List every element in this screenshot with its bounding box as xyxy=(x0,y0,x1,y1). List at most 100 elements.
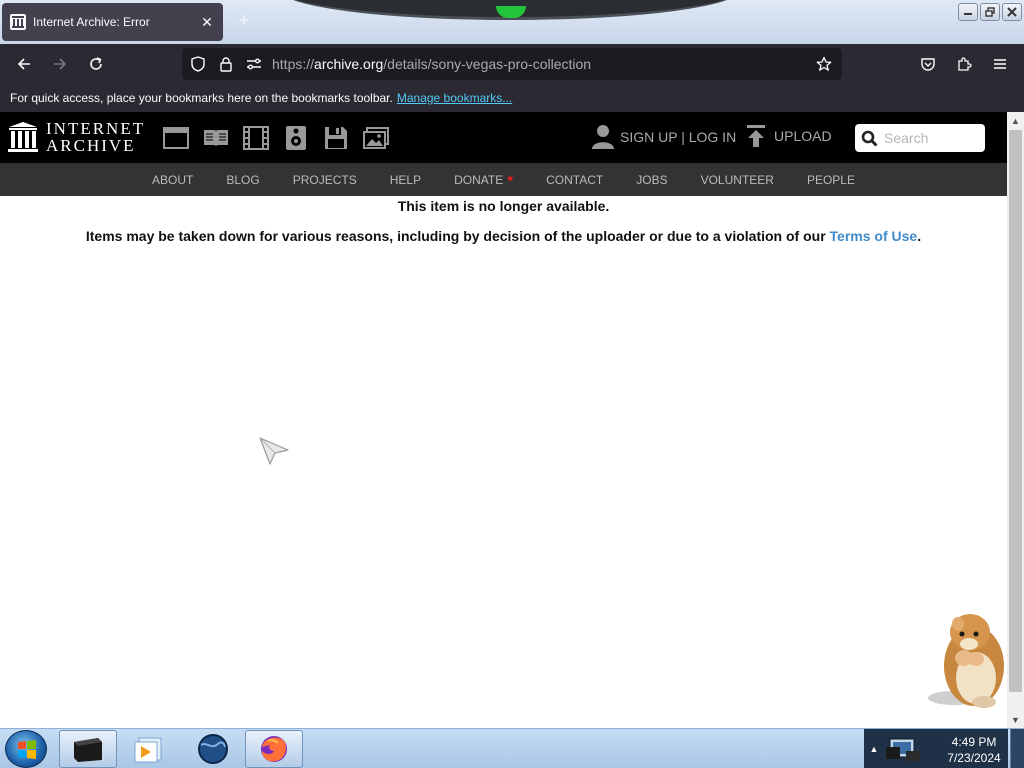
start-button[interactable] xyxy=(5,730,47,768)
tab-close-icon[interactable]: ✕ xyxy=(197,14,217,31)
hamster-mascot-icon xyxy=(924,606,1008,715)
upload-label: UPLOAD xyxy=(774,128,832,144)
scroll-up-icon[interactable]: ▲ xyxy=(1007,112,1024,129)
system-clock[interactable]: 4:49 PM 7/23/2024 xyxy=(940,729,1008,768)
windows-taskbar: ▲ 4:49 PM 7/23/2024 xyxy=(0,728,1024,768)
takedown-suffix: . xyxy=(917,228,922,244)
lock-icon[interactable] xyxy=(212,50,240,78)
taskbar-media-player[interactable] xyxy=(120,730,178,768)
taskbar-terminal[interactable] xyxy=(59,730,117,768)
new-tab-button[interactable]: + xyxy=(234,9,254,33)
toolbar-right xyxy=(910,48,1018,80)
ia-top-bar: INTERNET ARCHIVE SIGN UP | LOG IN UPLOAD… xyxy=(0,112,1007,163)
site-search[interactable] xyxy=(855,124,985,152)
user-icon xyxy=(592,125,614,149)
menu-button[interactable] xyxy=(982,48,1018,80)
upload-button[interactable]: UPLOAD xyxy=(746,124,832,148)
images-icon[interactable] xyxy=(362,124,390,152)
tab-title: Internet Archive: Error xyxy=(33,15,150,29)
firefox-app-icon xyxy=(261,736,287,762)
scrollbar-thumb[interactable] xyxy=(1009,130,1022,692)
audio-icon[interactable] xyxy=(282,124,310,152)
clock-time: 4:49 PM xyxy=(951,735,997,749)
back-arrow-icon xyxy=(17,58,30,70)
search-icon xyxy=(861,130,878,147)
puzzle-icon xyxy=(958,57,972,71)
taskbar-firefox[interactable] xyxy=(245,730,303,768)
globe-app-icon xyxy=(198,734,228,764)
reload-icon xyxy=(90,57,102,70)
pocket-button[interactable] xyxy=(910,48,946,80)
system-tray: ▲ xyxy=(864,729,940,768)
hamburger-icon xyxy=(994,59,1006,69)
nav-contact[interactable]: CONTACT xyxy=(530,173,620,187)
taskbar-globe[interactable] xyxy=(184,730,242,768)
nav-donate-label: DONATE xyxy=(454,172,504,187)
video-icon[interactable] xyxy=(242,124,270,152)
url-bar[interactable]: https://archive.org/details/sony-vegas-p… xyxy=(182,48,842,80)
bookmarks-hint: For quick access, place your bookmarks h… xyxy=(10,91,393,105)
sign-up-log-in-link[interactable]: SIGN UP | LOG IN xyxy=(620,129,736,145)
url-scheme: https:// xyxy=(272,56,315,72)
texts-icon[interactable] xyxy=(202,124,230,152)
media-type-icons xyxy=(162,124,390,152)
ia-nav-bar: ABOUT BLOG PROJECTS HELP DONATE ♥ CONTACT… xyxy=(0,163,1007,196)
upload-arrow-icon xyxy=(747,125,765,147)
nav-donate[interactable]: DONATE ♥ xyxy=(438,173,530,187)
ia-logo[interactable]: INTERNET ARCHIVE xyxy=(8,120,145,154)
clock-date: 7/23/2024 xyxy=(947,751,1001,765)
tracking-shield-icon[interactable] xyxy=(184,50,212,78)
url-host: archive.org xyxy=(314,56,384,72)
windows-logo-icon xyxy=(18,740,36,759)
window-controls xyxy=(958,3,1022,21)
archive-favicon-icon xyxy=(10,14,26,30)
url-path: /details/sony-vegas-pro-collection xyxy=(383,56,592,72)
media-player-app-icon xyxy=(134,737,162,763)
nav-volunteer[interactable]: VOLUNTEER xyxy=(684,173,790,187)
unavailable-message: This item is no longer available. xyxy=(397,198,610,214)
nav-jobs[interactable]: JOBS xyxy=(620,173,684,187)
tray-expand-icon[interactable]: ▲ xyxy=(864,744,884,754)
ia-logo-line1: INTERNET xyxy=(46,119,146,138)
extensions-button[interactable] xyxy=(946,48,982,80)
forward-arrow-icon xyxy=(54,58,67,70)
search-input[interactable] xyxy=(884,130,980,146)
network-tray-icon[interactable] xyxy=(884,733,924,765)
navigation-toolbar: https://archive.org/details/sony-vegas-p… xyxy=(0,44,1024,84)
forward-button[interactable] xyxy=(42,48,78,80)
bookmark-star-icon[interactable] xyxy=(810,50,838,78)
terminal-app-icon xyxy=(74,738,102,762)
permissions-icon[interactable] xyxy=(240,50,268,78)
nav-help[interactable]: HELP xyxy=(373,173,437,187)
restore-button[interactable] xyxy=(980,3,1000,21)
scroll-down-icon[interactable]: ▼ xyxy=(1007,711,1024,728)
minimize-button[interactable] xyxy=(958,3,978,21)
vertical-scrollbar[interactable]: ▲ ▼ xyxy=(1007,112,1024,728)
ia-logo-text: INTERNET ARCHIVE xyxy=(46,120,145,154)
bookmarks-toolbar: For quick access, place your bookmarks h… xyxy=(0,84,1024,112)
nav-about[interactable]: ABOUT xyxy=(136,173,210,187)
tab-internet-archive[interactable]: Internet Archive: Error ✕ xyxy=(2,3,223,41)
software-icon[interactable] xyxy=(322,124,350,152)
close-window-button[interactable] xyxy=(1002,3,1022,21)
heart-icon: ♥ xyxy=(507,174,514,185)
nav-blog[interactable]: BLOG xyxy=(210,173,276,187)
takedown-text: Items may be taken down for various reas… xyxy=(85,228,826,244)
tab-strip: Internet Archive: Error ✕ + xyxy=(0,0,1024,44)
archive-building-icon xyxy=(8,122,38,152)
show-desktop-button[interactable] xyxy=(1010,729,1024,768)
url-text[interactable]: https://archive.org/details/sony-vegas-p… xyxy=(272,56,591,72)
page-viewport: INTERNET ARCHIVE SIGN UP | LOG IN UPLOAD… xyxy=(0,112,1024,728)
mouse-cursor-icon xyxy=(258,436,290,471)
web-icon[interactable] xyxy=(162,124,190,152)
nav-projects[interactable]: PROJECTS xyxy=(276,173,373,187)
takedown-explanation: Items may be taken down for various reas… xyxy=(0,228,1007,244)
nav-people[interactable]: PEOPLE xyxy=(790,173,871,187)
reload-button[interactable] xyxy=(78,48,114,80)
terms-of-use-link[interactable]: Terms of Use xyxy=(830,228,918,244)
manage-bookmarks-link[interactable]: Manage bookmarks... xyxy=(397,91,512,105)
pocket-icon xyxy=(921,58,935,71)
ia-logo-line2: ARCHIVE xyxy=(46,136,136,155)
back-button[interactable] xyxy=(6,48,42,80)
user-menu[interactable]: SIGN UP | LOG IN xyxy=(592,124,736,150)
